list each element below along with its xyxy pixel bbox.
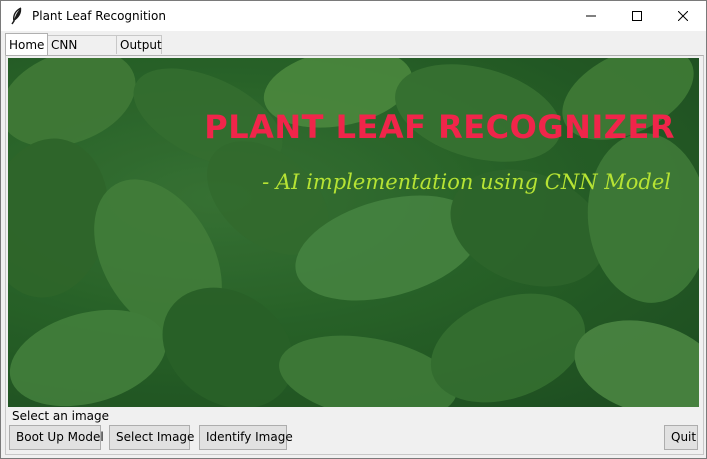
quit-button[interactable]: Quit [664, 425, 698, 450]
feather-icon [11, 7, 22, 25]
tab-cnn-model[interactable]: CNN Model [47, 35, 117, 71]
tab-output[interactable]: Output [116, 35, 162, 54]
home-panel: PLANT LEAF RECOGNIZER - AI implementatio… [5, 55, 704, 455]
select-image-button[interactable]: Select Image [109, 425, 194, 450]
close-button[interactable] [660, 1, 706, 31]
boot-up-model-button[interactable]: Boot Up Model [9, 425, 104, 450]
minimize-button[interactable] [568, 1, 614, 31]
minimize-icon [586, 15, 596, 17]
close-icon [678, 11, 688, 21]
banner-headline: PLANT LEAF RECOGNIZER [204, 108, 675, 146]
window-title: Plant Leaf Recognition [32, 9, 166, 23]
banner-subheadline: - AI implementation using CNN Model [262, 170, 671, 194]
tab-home[interactable]: Home [5, 33, 48, 55]
tab-strip: Home CNN Model Output [1, 31, 706, 71]
app-window: Plant Leaf Recognition Home CNN Model Ou… [0, 0, 707, 459]
maximize-button[interactable] [614, 1, 660, 31]
title-bar[interactable]: Plant Leaf Recognition [1, 1, 706, 31]
maximize-icon [632, 11, 642, 21]
leaf-background-image: PLANT LEAF RECOGNIZER - AI implementatio… [8, 58, 699, 407]
identify-image-button[interactable]: Identify Image [199, 425, 293, 450]
status-label: Select an image [12, 409, 109, 423]
